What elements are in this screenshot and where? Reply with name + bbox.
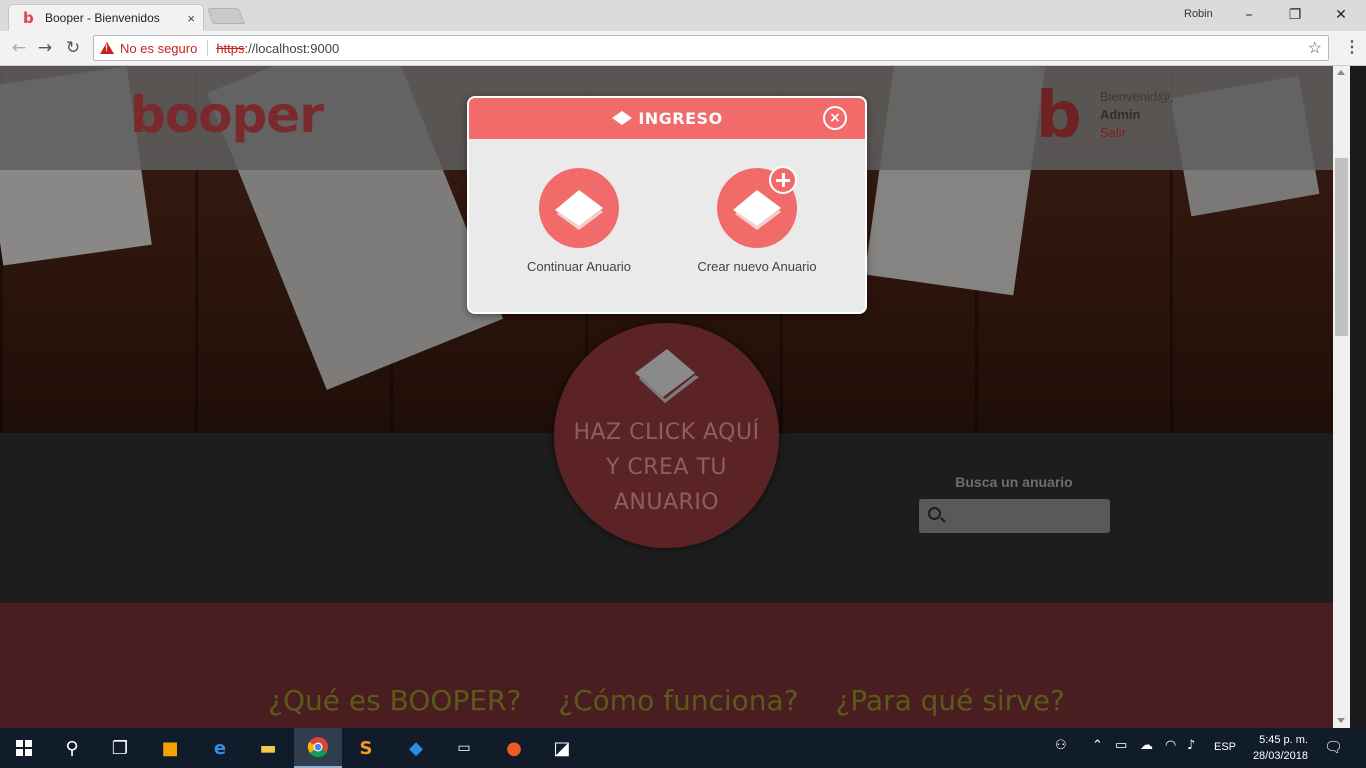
continue-yearbook-button[interactable]: Continuar Anuario — [499, 168, 659, 274]
security-status[interactable]: No es seguro — [120, 41, 197, 56]
store-app[interactable]: ■ — [146, 728, 194, 768]
start-button[interactable] — [0, 728, 48, 768]
maximize-button[interactable]: ❐ — [1272, 4, 1318, 26]
create-yearbook-circle[interactable] — [717, 166, 797, 248]
logout-link[interactable]: Salir — [1100, 124, 1174, 142]
welcome-block: Bienvenid@, Admin Salir — [1100, 88, 1174, 142]
link-how-it-works[interactable]: ¿Cómo funciona? — [558, 684, 798, 717]
warning-icon — [100, 42, 114, 54]
user-avatar: b — [1036, 79, 1082, 153]
minimize-button[interactable]: – — [1226, 4, 1272, 26]
book-icon — [555, 190, 603, 230]
clock-date: 28/03/2018 — [1252, 750, 1308, 762]
create-yearbook-cta[interactable]: HAZ CLICK AQUÍ Y CREA TU ANUARIO — [554, 323, 779, 548]
user-name: Admin — [1100, 107, 1141, 122]
bookmark-star-icon[interactable]: ☆ — [1308, 38, 1322, 58]
create-yearbook-label: Crear nuevo Anuario — [697, 259, 817, 274]
explorer-app[interactable]: ▬ — [244, 728, 292, 768]
continue-yearbook-circle[interactable] — [539, 168, 619, 248]
sticky-notes-app[interactable]: ◪ — [538, 728, 586, 768]
search-icon: ⚲ — [65, 737, 79, 759]
store-icon: ■ — [161, 737, 179, 759]
url-scheme: https — [216, 40, 245, 56]
folder-icon: ▬ — [259, 737, 277, 759]
vscode-app[interactable]: ◆ — [392, 728, 440, 768]
edge-icon: e — [213, 737, 227, 759]
search-input[interactable] — [919, 499, 1110, 533]
link-what-is[interactable]: ¿Qué es BOOPER? — [268, 684, 521, 717]
notifications-icon[interactable]: 🗨 — [1324, 738, 1343, 756]
scroll-thumb[interactable] — [1335, 158, 1348, 336]
profile-name[interactable]: Robin — [1184, 8, 1213, 20]
modal-header: INGRESO × — [469, 98, 865, 139]
browser-toolbar: ← → ↻ No es seguro https ://localhost:90… — [0, 31, 1366, 66]
scroll-up-icon[interactable] — [1337, 70, 1345, 75]
search-taskbar-button[interactable]: ⚲ — [48, 728, 96, 768]
site-logo[interactable]: booper — [130, 86, 324, 144]
tab-close-button[interactable]: × — [187, 11, 195, 26]
chrome-app[interactable] — [294, 728, 342, 768]
cta-line: Y CREA TU — [605, 455, 728, 480]
onedrive-icon[interactable]: ☁ — [1140, 738, 1153, 753]
task-view-icon: ❐ — [111, 737, 129, 759]
sublime-app[interactable]: S — [342, 728, 390, 768]
back-arrow-icon[interactable]: ← — [8, 37, 30, 59]
modal-title: INGRESO — [469, 109, 865, 128]
url-text: ://localhost:9000 — [244, 40, 340, 56]
volume-icon[interactable]: ♪ — [1187, 738, 1195, 753]
forward-arrow-icon[interactable]: → — [34, 37, 56, 59]
welcome-text: Bienvenid@, — [1100, 89, 1174, 104]
continue-yearbook-label: Continuar Anuario — [526, 259, 632, 274]
sublime-icon: S — [359, 737, 373, 759]
people-icon[interactable]: ⚇ — [1055, 738, 1067, 753]
wifi-icon[interactable]: ◠ — [1165, 738, 1176, 753]
sticky-notes-icon: ◪ — [553, 737, 571, 759]
plus-icon — [769, 166, 797, 194]
book-icon — [733, 190, 781, 230]
scroll-down-icon[interactable] — [1337, 718, 1345, 723]
search-label: Busca un anuario — [955, 474, 1073, 490]
edge-app[interactable]: e — [196, 728, 244, 768]
task-view-button[interactable]: ❐ — [96, 728, 144, 768]
login-modal: INGRESO × Continuar Anuario Crear nuevo … — [467, 96, 867, 314]
cta-text: HAZ CLICK AQUÍ Y CREA TU ANUARIO — [554, 415, 779, 520]
system-clock[interactable]: 5:45 p. m. 28/03/2018 — [1246, 732, 1308, 764]
tab-title: Booper - Bienvenidos — [45, 11, 160, 25]
reload-icon[interactable]: ↻ — [62, 37, 84, 59]
browser-tab-bar: b Booper - Bienvenidos × Robin – ❐ ✕ — [0, 0, 1366, 31]
windows-logo-icon — [16, 740, 32, 756]
chrome-icon — [307, 737, 328, 758]
info-links: ¿Qué es BOOPER? ¿Cómo funciona? ¿Para qu… — [0, 684, 1333, 717]
search-icon — [928, 507, 941, 520]
browser-menu-icon[interactable]: ⋮ — [1344, 37, 1360, 57]
terminal-app[interactable]: ▭ — [440, 728, 488, 768]
clock-time: 5:45 p. m. — [1259, 734, 1308, 746]
link-what-for[interactable]: ¿Para qué sirve? — [835, 684, 1064, 717]
book-icon — [635, 349, 699, 403]
cta-line: HAZ CLICK AQUÍ — [573, 420, 760, 445]
close-icon[interactable]: × — [823, 106, 847, 130]
postman-app[interactable]: ● — [490, 728, 538, 768]
cta-line: ANUARIO — [613, 490, 720, 515]
book-icon — [612, 111, 633, 125]
omnibox-divider — [207, 40, 209, 56]
new-tab-button[interactable] — [207, 8, 245, 24]
postman-icon: ● — [506, 737, 522, 759]
page-scrollbar[interactable] — [1333, 66, 1350, 728]
modal-title-text: INGRESO — [638, 109, 723, 128]
windows-taskbar: ⚲ ❐ ■ e ▬ S ◆ ▭ ● ◪ ⚇ ⌃ ▭ ☁ ◠ ♪ ESP 5:45… — [0, 728, 1366, 768]
chevron-up-icon[interactable]: ⌃ — [1092, 738, 1103, 753]
vscode-icon: ◆ — [409, 737, 423, 759]
browser-tab[interactable]: b Booper - Bienvenidos × — [8, 4, 204, 31]
battery-icon[interactable]: ▭ — [1115, 738, 1127, 753]
booper-favicon-icon: b — [23, 9, 34, 27]
create-yearbook-button[interactable]: Crear nuevo Anuario — [677, 166, 837, 274]
terminal-icon: ▭ — [457, 740, 471, 756]
close-window-button[interactable]: ✕ — [1318, 4, 1364, 26]
language-indicator[interactable]: ESP — [1214, 741, 1236, 753]
address-bar[interactable]: No es seguro https ://localhost:9000 ☆ — [93, 35, 1329, 61]
